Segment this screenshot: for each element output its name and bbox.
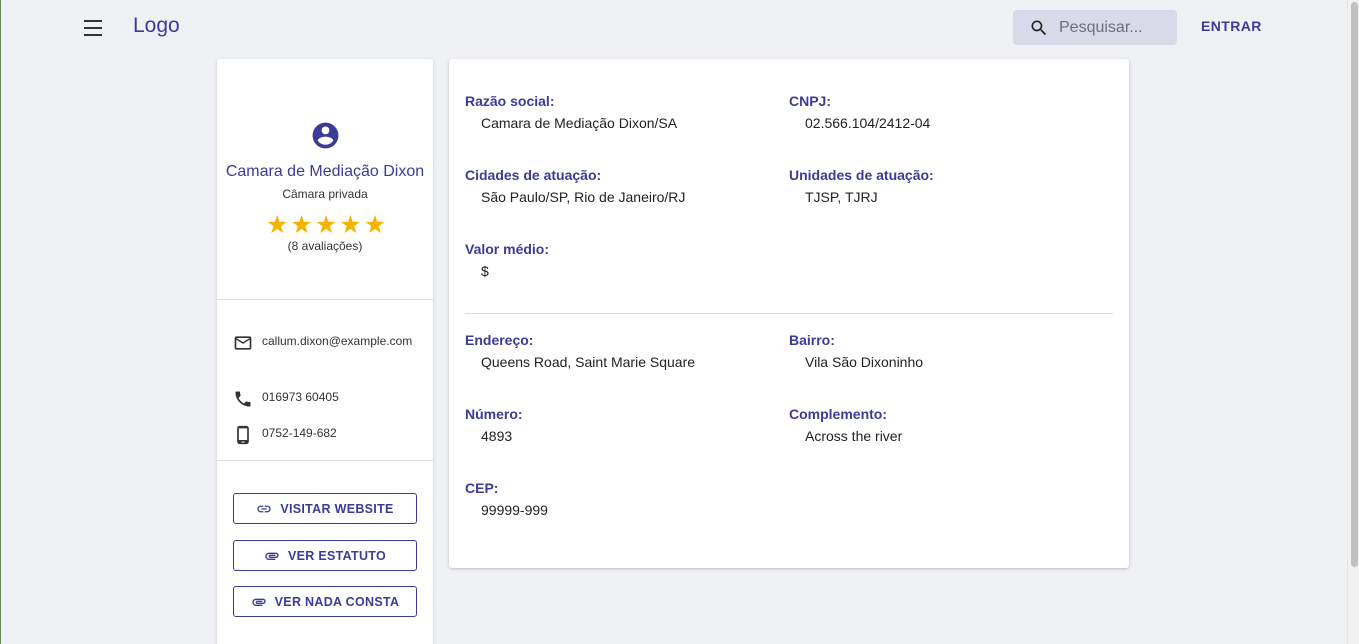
field-label: Valor médio: — [465, 241, 550, 257]
scrollbar[interactable] — [1347, 0, 1359, 644]
field-cidades: Cidades de atuação: São Paulo/SP, Rio de… — [465, 167, 685, 205]
view-statute-button[interactable]: VER ESTATUTO — [233, 540, 417, 571]
search-box[interactable] — [1013, 10, 1177, 45]
menu-icon[interactable] — [80, 14, 106, 40]
field-unidades: Unidades de atuação: TJSP, TJRJ — [789, 167, 934, 205]
field-value: Queens Road, Saint Marie Square — [481, 354, 696, 370]
field-label: Número: — [465, 406, 523, 422]
contact-phone: 016973 60405 — [233, 387, 414, 409]
divider — [217, 299, 433, 300]
field-label: Cidades de atuação: — [465, 167, 602, 183]
field-endereco: Endereço: Queens Road, Saint Marie Squar… — [465, 332, 695, 370]
rating-stars: ★ ★ ★ ★ ★ — [266, 213, 386, 238]
scrollbar-thumb[interactable] — [1351, 2, 1358, 567]
field-bairro: Bairro: Vila São Dixoninho — [789, 332, 923, 370]
field-label: CNPJ: — [789, 93, 832, 109]
star-icon: ★ — [339, 211, 362, 239]
field-complemento: Complemento: Across the river — [789, 406, 902, 444]
field-label: CEP: — [465, 480, 499, 496]
attachment-icon — [265, 552, 279, 560]
field-label: Unidades de atuação: — [789, 167, 934, 183]
star-icon: ★ — [314, 211, 338, 239]
divider — [217, 460, 433, 461]
field-cep: CEP: 99999-999 — [465, 480, 548, 518]
organization-name: Camara de Mediação Dixon — [225, 163, 425, 180]
mail-icon — [234, 336, 252, 350]
field-cnpj: CNPJ: 02.566.104/2412-04 — [789, 93, 930, 131]
search-icon — [1031, 20, 1047, 35]
contact-email: callum.dixon@example.com — [233, 331, 414, 353]
attachment-icon — [252, 598, 266, 606]
star-icon: ★ — [290, 211, 313, 239]
phone-icon — [235, 391, 251, 407]
details-card: Razão social: Camara de Mediação Dixon/S… — [449, 59, 1129, 568]
field-value: Vila São Dixoninho — [805, 354, 924, 370]
account-circle-icon — [312, 122, 339, 149]
contact-mobile: 0752-149-682 — [233, 423, 414, 445]
view-clearance-label: VER NADA CONSTA — [274, 594, 400, 609]
field-label: Complemento: — [789, 406, 887, 422]
divider — [465, 313, 1113, 314]
star-icon: ★ — [363, 211, 387, 239]
phone-text: 016973 60405 — [262, 390, 339, 404]
smartphone-icon — [237, 425, 249, 445]
login-button[interactable]: ENTRAR — [1201, 18, 1262, 34]
search-input[interactable] — [1059, 18, 1177, 37]
reviews-count: (8 avaliações) — [287, 239, 363, 253]
organization-type: Câmara privada — [282, 187, 368, 201]
field-numero: Número: 4893 — [465, 406, 523, 444]
field-razao-social: Razão social: Camara de Mediação Dixon/S… — [465, 93, 677, 131]
profile-card: Camara de Mediação Dixon Câmara privada … — [217, 59, 433, 644]
field-value: Camara de Mediação Dixon/SA — [481, 115, 678, 131]
visit-website-button[interactable]: VISITAR WEBSITE — [233, 493, 417, 524]
field-label: Endereço: — [465, 332, 534, 348]
logo[interactable]: Logo — [133, 14, 180, 38]
view-clearance-button[interactable]: VER NADA CONSTA — [233, 586, 417, 617]
window-edge — [0, 0, 1, 644]
field-value: TJSP, TJRJ — [805, 189, 878, 205]
field-value: 02.566.104/2412-04 — [805, 115, 931, 131]
field-value: São Paulo/SP, Rio de Janeiro/RJ — [481, 189, 686, 205]
field-value: Across the river — [805, 428, 903, 444]
star-icon: ★ — [266, 211, 289, 239]
field-value: $ — [481, 263, 489, 279]
field-label: Bairro: — [789, 332, 835, 348]
email-text: callum.dixon@example.com — [262, 334, 413, 348]
field-value: 99999-999 — [481, 502, 548, 518]
mobile-text: 0752-149-682 — [262, 426, 337, 440]
view-statute-label: VER ESTATUTO — [287, 548, 387, 563]
field-label: Razão social: — [465, 93, 555, 109]
visit-website-label: VISITAR WEBSITE — [280, 501, 394, 516]
link-icon — [257, 505, 272, 512]
field-valor-medio: Valor médio: $ — [465, 241, 549, 279]
field-value: 4893 — [481, 428, 513, 444]
